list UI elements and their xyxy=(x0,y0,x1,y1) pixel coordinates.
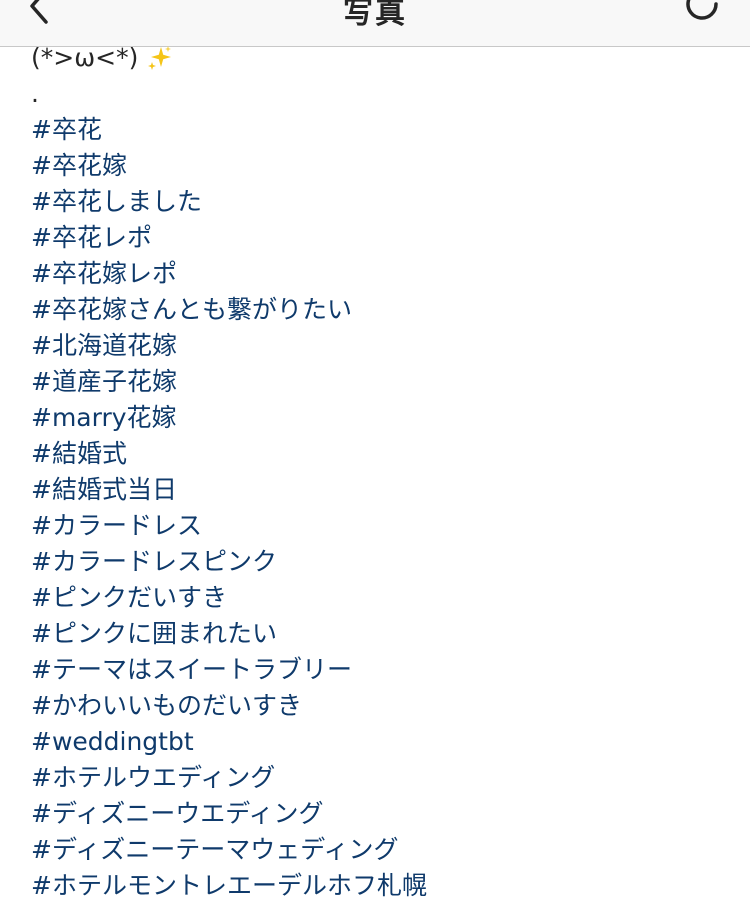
hashtag-link[interactable]: #カラードレス xyxy=(31,508,731,544)
sparkles-icon xyxy=(148,46,172,70)
hashtag-link[interactable]: #ホテルモントレエーデルホフ札幌 xyxy=(31,868,731,904)
hashtag-link[interactable]: #ホテルウエディング xyxy=(31,760,731,796)
hashtag-link[interactable]: #卒花レポ xyxy=(31,220,731,256)
hashtag-link[interactable]: #卒花しました xyxy=(31,184,731,220)
hashtag-link[interactable]: #ディズニーテーマウェディング xyxy=(31,832,731,868)
emoticon-text: (*>ω<*) xyxy=(31,43,139,72)
hashtag-link[interactable]: #ピンクだいすき xyxy=(31,580,731,616)
hashtag-link[interactable]: #卒花嫁 xyxy=(31,148,731,184)
hashtag-list: #卒花 #卒花嫁 #卒花しました #卒花レポ #卒花嫁レポ #卒花嫁さんとも繋がりたい #北… xyxy=(31,112,731,904)
hashtag-link[interactable]: #ピンクに囲まれたい xyxy=(31,616,731,652)
hashtag-link[interactable]: #卒花嫁レポ xyxy=(31,256,731,292)
post-caption: (*>ω<*) . #卒花 #卒花嫁 #卒花しました #卒花レポ #卒花嫁レポ #卒花嫁さ… xyxy=(31,40,731,904)
hashtag-link[interactable]: #marry花嫁 xyxy=(31,400,731,436)
hashtag-link[interactable]: #道産子花嫁 xyxy=(31,364,731,400)
hashtag-link[interactable]: #ディズニーウエディング xyxy=(31,796,731,832)
caption-dot: . xyxy=(31,79,39,108)
hashtag-link[interactable]: #weddingtbt xyxy=(31,724,731,760)
page-title: 写真 xyxy=(343,0,407,31)
hashtag-link[interactable]: #かわいいものだいすき xyxy=(31,688,731,724)
refresh-icon xyxy=(686,0,718,20)
hashtag-link[interactable]: #テーマはスイートラブリー xyxy=(31,652,731,688)
hashtag-link[interactable]: #北海道花嫁 xyxy=(31,328,731,364)
caption-emoticon-line: (*>ω<*) xyxy=(31,40,731,76)
hashtag-link[interactable]: #卒花 xyxy=(31,112,731,148)
hashtag-link[interactable]: #結婚式当日 xyxy=(31,472,731,508)
hashtag-link[interactable]: #卒花嫁さんとも繋がりたい xyxy=(31,292,731,328)
refresh-button[interactable] xyxy=(682,0,722,24)
hashtag-link[interactable]: #結婚式 xyxy=(31,436,731,472)
hashtag-link[interactable]: #カラードレスピンク xyxy=(31,544,731,580)
